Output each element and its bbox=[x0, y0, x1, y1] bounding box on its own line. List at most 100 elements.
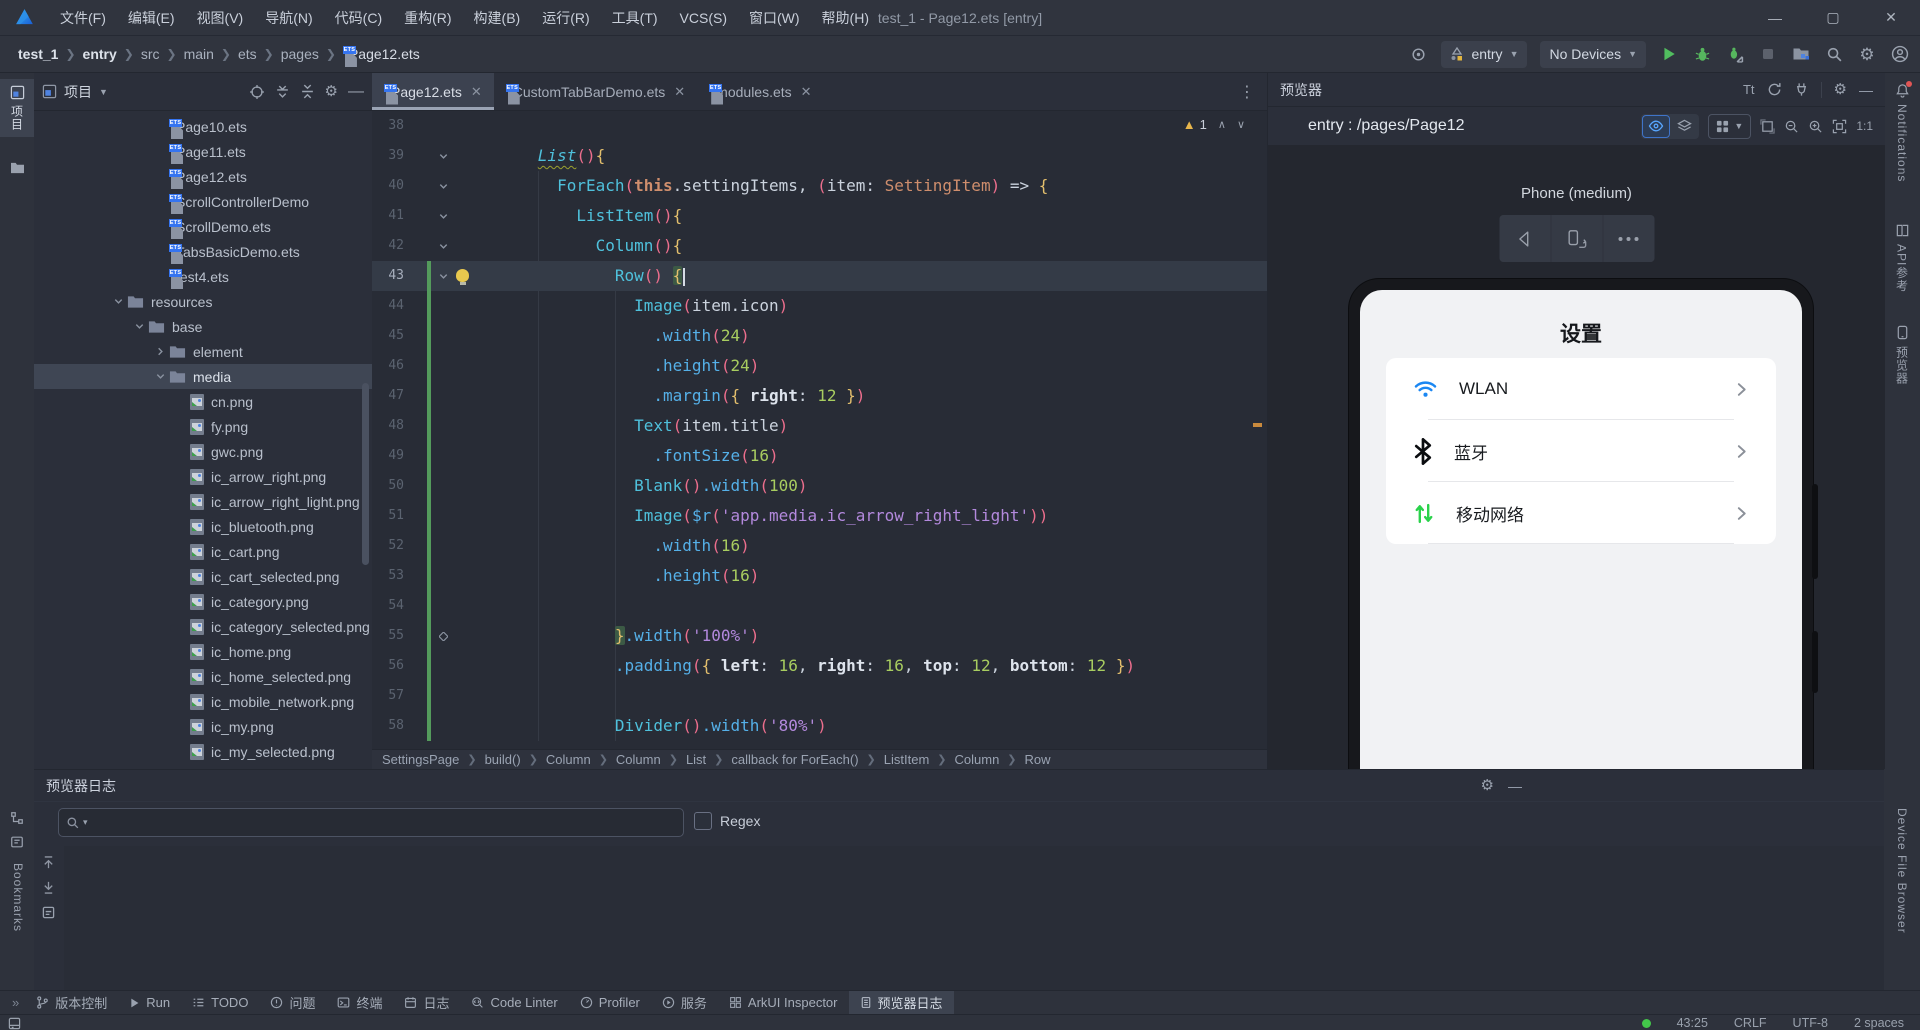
close-button[interactable]: ✕ bbox=[1862, 0, 1920, 35]
code-line[interactable]: 45 .width(24) bbox=[372, 321, 1267, 351]
expand-all-icon[interactable] bbox=[275, 84, 290, 99]
settings-row-移动网络[interactable]: 移动网络 bbox=[1386, 482, 1776, 544]
tab-modules.ets[interactable]: ETS modules.ets ✕ bbox=[697, 73, 823, 110]
fold-marker-icon[interactable] bbox=[434, 201, 452, 231]
menu-item[interactable]: VCS(S) bbox=[669, 0, 738, 35]
refresh-icon[interactable] bbox=[1767, 82, 1782, 97]
tree-item-base[interactable]: base bbox=[34, 314, 372, 339]
tree-item-fy.png[interactable]: fy.png bbox=[34, 414, 372, 439]
code-line[interactable]: 55 }.width('100%') bbox=[372, 621, 1267, 651]
search-everywhere-icon[interactable] bbox=[1824, 44, 1844, 64]
account-icon[interactable] bbox=[1890, 44, 1910, 64]
frame-select-icon[interactable] bbox=[1760, 118, 1775, 134]
previewer-settings-icon[interactable]: ⚙ bbox=[1834, 82, 1847, 97]
locate-file-icon[interactable] bbox=[249, 84, 265, 100]
code-line[interactable]: 50 Blank().width(100) bbox=[372, 471, 1267, 501]
chevron-down-icon[interactable] bbox=[109, 296, 127, 307]
toolbar-item-日志[interactable]: 日志 bbox=[393, 991, 460, 1015]
close-icon[interactable]: ✕ bbox=[801, 84, 812, 100]
more-tools-icon[interactable]: » bbox=[6, 995, 25, 1010]
editor-breadcrumb-item[interactable]: ListItem bbox=[884, 752, 930, 767]
tree-item-TabsBasicDemo.ets[interactable]: ETS TabsBasicDemo.ets bbox=[34, 239, 372, 264]
editor-breadcrumb-item[interactable]: Column bbox=[546, 752, 591, 767]
run-target-icon[interactable] bbox=[1408, 44, 1428, 64]
breadcrumb-item[interactable]: ets bbox=[238, 46, 257, 62]
breadcrumb-item[interactable]: pages bbox=[281, 46, 319, 62]
sidebar-tab-project[interactable]: 项目 bbox=[0, 79, 34, 137]
code-line[interactable]: 53 .height(16) bbox=[372, 561, 1267, 591]
code-line[interactable]: 47 .margin({ right: 12 }) bbox=[372, 381, 1267, 411]
code-line[interactable]: 44 Image(item.icon) bbox=[372, 291, 1267, 321]
tree-item-ScrollControllerDemo[interactable]: ETS ScrollControllerDemo bbox=[34, 189, 372, 214]
run-button[interactable] bbox=[1659, 44, 1679, 64]
menu-item[interactable]: 视图(V) bbox=[186, 0, 255, 35]
scroll-up-icon[interactable] bbox=[42, 856, 55, 869]
api-reference-tab[interactable]: API参考 bbox=[1884, 223, 1920, 292]
fit-screen-icon[interactable] bbox=[1832, 119, 1847, 134]
tree-item-resources[interactable]: resources bbox=[34, 289, 372, 314]
menu-item[interactable]: 构建(B) bbox=[463, 0, 532, 35]
code-line[interactable]: 49 .fontSize(16) bbox=[372, 441, 1267, 471]
inspection-widget[interactable]: ▲ 1 ∧ ∨ bbox=[1183, 117, 1245, 132]
tree-item-ic_cart.png[interactable]: ic_cart.png bbox=[34, 539, 372, 564]
toolbar-item-ArkUI Inspector[interactable]: ArkUI Inspector bbox=[718, 991, 849, 1015]
tree-item-ic_cart_selected.png[interactable]: ic_cart_selected.png bbox=[34, 564, 372, 589]
editor-breadcrumb-item[interactable]: List bbox=[686, 752, 706, 767]
tab-Page12.ets[interactable]: ETS Page12.ets ✕ bbox=[372, 73, 494, 110]
inspect-layers-icon[interactable] bbox=[1671, 116, 1697, 137]
close-icon[interactable]: ✕ bbox=[471, 84, 482, 100]
tree-item-ic_mobile_network.png[interactable]: ic_mobile_network.png bbox=[34, 689, 372, 714]
editor-breadcrumb-item[interactable]: Column bbox=[616, 752, 661, 767]
breadcrumb-item[interactable]: Page12.ets bbox=[349, 46, 420, 62]
toolwindow-toggle-icon[interactable] bbox=[8, 1017, 21, 1030]
prev-warning-icon[interactable]: ∧ bbox=[1218, 118, 1226, 131]
fold-marker-icon[interactable] bbox=[434, 171, 452, 201]
line-separator[interactable]: CRLF bbox=[1734, 1016, 1767, 1030]
notifications-tab[interactable]: Notifications bbox=[1884, 81, 1920, 182]
settings-row-WLAN[interactable]: WLAN bbox=[1386, 358, 1776, 420]
toolbar-item-服务[interactable]: 服务 bbox=[651, 991, 718, 1015]
code-line[interactable]: 46 .height(24) bbox=[372, 351, 1267, 381]
toolbar-item-版本控制[interactable]: 版本控制 bbox=[25, 991, 118, 1015]
bookmarks-tab-label[interactable]: Bookmarks bbox=[11, 863, 25, 932]
maximize-button[interactable]: ▢ bbox=[1804, 0, 1862, 35]
code-line[interactable]: 43 Row() { bbox=[372, 261, 1267, 291]
caret-position[interactable]: 43:25 bbox=[1677, 1016, 1708, 1030]
menu-item[interactable]: 编辑(E) bbox=[117, 0, 186, 35]
fold-marker-icon[interactable] bbox=[434, 261, 452, 291]
chevron-right-icon[interactable] bbox=[151, 346, 169, 357]
tab-CustomTabBarDemo.ets[interactable]: ETS CustomTabBarDemo.ets ✕ bbox=[494, 73, 697, 110]
scroll-down-icon[interactable] bbox=[42, 881, 55, 894]
project-view-dropdown[interactable]: 项目 ▼ bbox=[42, 82, 108, 102]
code-line[interactable]: 51 Image($r('app.media.ic_arrow_right_li… bbox=[372, 501, 1267, 531]
regex-option[interactable]: Regex bbox=[694, 812, 760, 830]
hide-previewer-icon[interactable]: — bbox=[1859, 82, 1873, 98]
toolbar-item-Run[interactable]: Run bbox=[118, 991, 181, 1015]
commit-tool-icon[interactable] bbox=[0, 161, 34, 174]
editor-breadcrumb-item[interactable]: callback for ForEach() bbox=[731, 752, 858, 767]
menu-item[interactable]: 重构(R) bbox=[393, 0, 462, 35]
tree-item-Page11.ets[interactable]: ETS Page11.ets bbox=[34, 139, 372, 164]
zoom-actual-icon[interactable]: 1:1 bbox=[1856, 119, 1873, 133]
debug-button[interactable] bbox=[1692, 44, 1712, 64]
fold-marker-icon[interactable] bbox=[434, 621, 452, 651]
preview-mode-icon[interactable] bbox=[1642, 114, 1671, 138]
rotate-device-button[interactable] bbox=[1551, 215, 1602, 262]
editor-breadcrumb-item[interactable]: Row bbox=[1025, 752, 1051, 767]
code-line[interactable]: 41 ListItem(){ bbox=[372, 201, 1267, 231]
next-warning-icon[interactable]: ∨ bbox=[1237, 118, 1245, 131]
tree-item-ic_arrow_right_light.png[interactable]: ic_arrow_right_light.png bbox=[34, 489, 372, 514]
tree-scrollbar[interactable] bbox=[362, 383, 369, 565]
tree-item-element[interactable]: element bbox=[34, 339, 372, 364]
structure-tool-icon[interactable] bbox=[0, 811, 34, 825]
log-search-field[interactable]: ▾ bbox=[58, 808, 684, 837]
toolbar-item-终端[interactable]: 终端 bbox=[326, 991, 393, 1015]
tree-item-cn.png[interactable]: cn.png bbox=[34, 389, 372, 414]
project-settings-icon[interactable]: ⚙ bbox=[325, 84, 338, 99]
menu-item[interactable]: 工具(T) bbox=[601, 0, 669, 35]
close-icon[interactable]: ✕ bbox=[674, 84, 685, 100]
editor-breadcrumb-item[interactable]: SettingsPage bbox=[382, 752, 459, 767]
code-line[interactable]: 40 ForEach(this.settingItems, (item: Set… bbox=[372, 171, 1267, 201]
previewer-tab[interactable]: 预览器 bbox=[1884, 325, 1920, 385]
toolbar-item-Profiler[interactable]: Profiler bbox=[569, 991, 651, 1015]
